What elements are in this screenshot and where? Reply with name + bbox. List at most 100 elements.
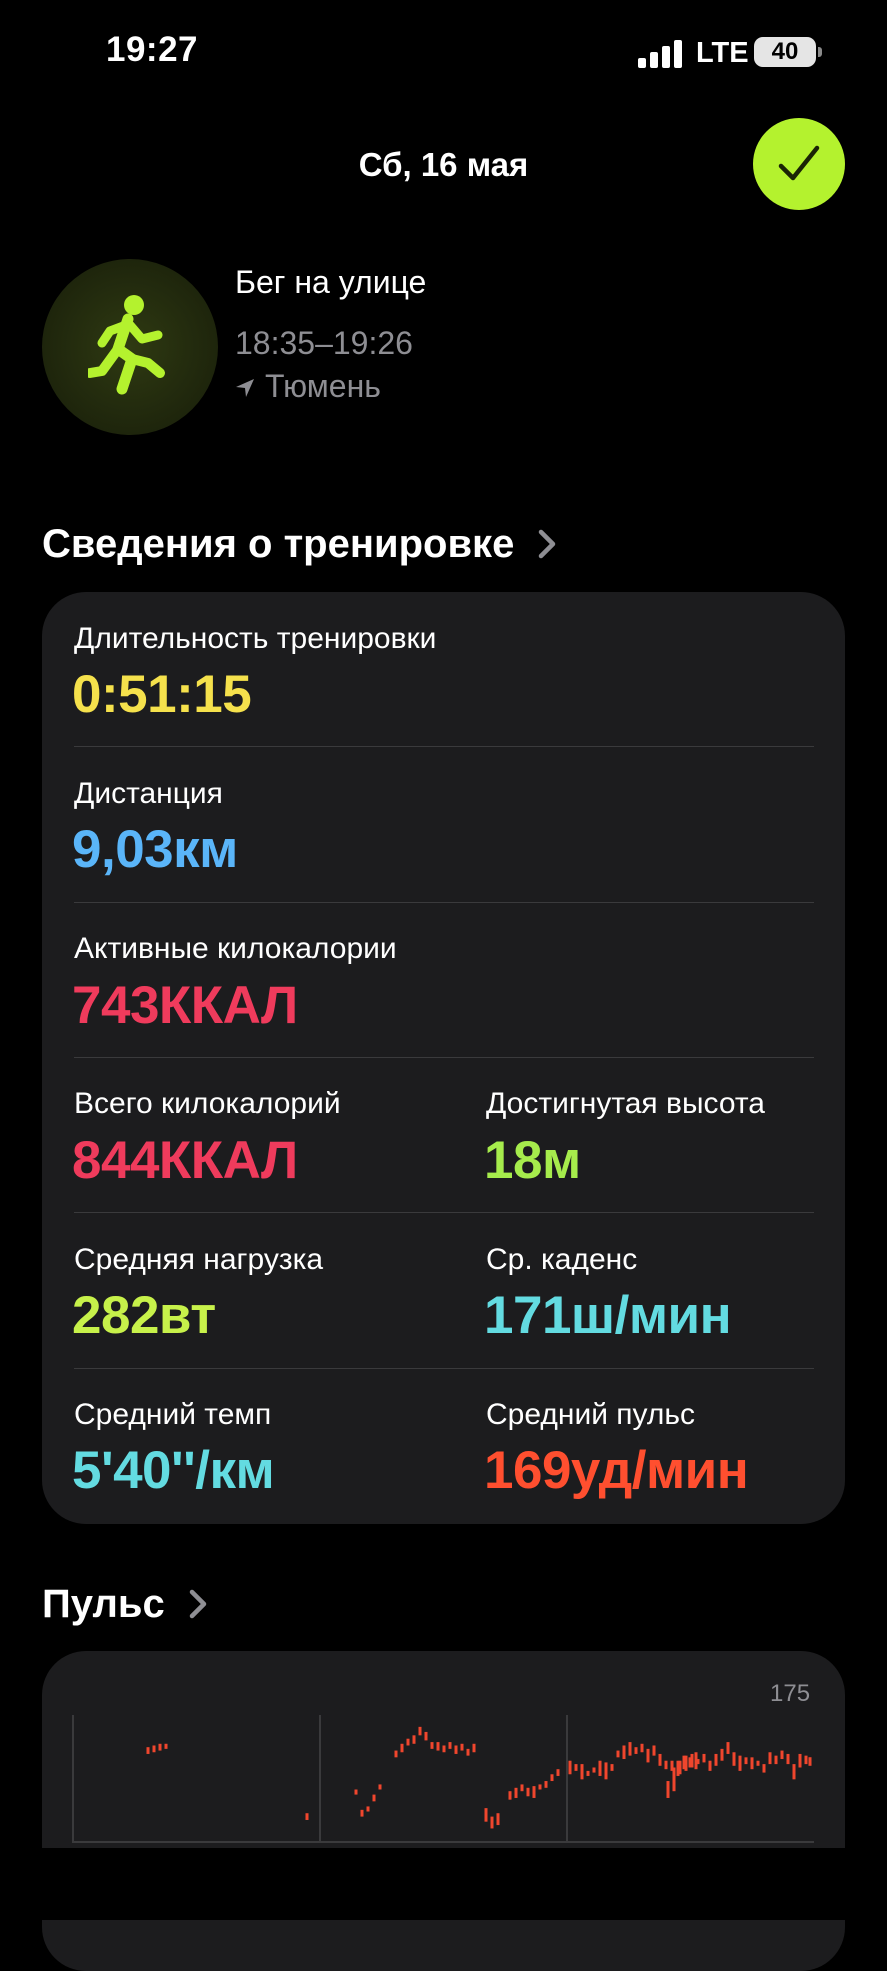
heart-rate-bar	[378, 1784, 382, 1790]
active-kcal-value: 743ККАЛ	[72, 976, 298, 1035]
battery-icon: 40	[754, 37, 816, 67]
heart-rate-bar	[714, 1753, 718, 1766]
heart-rate-bar	[628, 1742, 632, 1756]
heart-rate-bar	[360, 1809, 364, 1817]
done-button[interactable]	[753, 118, 845, 210]
heart-rate-bar	[786, 1753, 790, 1765]
avg-pace-label: Средний темп	[74, 1398, 272, 1431]
heart-rate-bar	[684, 1755, 688, 1771]
heart-rate-bar	[658, 1753, 662, 1766]
avg-heart-rate-label: Средний пульс	[486, 1398, 696, 1431]
heart-rate-bar	[574, 1764, 578, 1771]
heart-rate-bar	[520, 1784, 524, 1792]
heart-rate-chart	[72, 1715, 814, 1843]
signal-icon	[638, 40, 686, 68]
heart-rate-bar	[406, 1738, 410, 1746]
avg-cadence-label: Ср. каденс	[486, 1243, 638, 1276]
heart-rate-bar	[616, 1750, 620, 1758]
heart-rate-bar	[750, 1757, 754, 1770]
heart-rate-bar	[460, 1743, 464, 1751]
pulse-title: Пульс	[42, 1582, 165, 1626]
heart-rate-bar	[622, 1745, 626, 1760]
heart-rate-bar	[538, 1784, 542, 1790]
heart-rate-bar	[640, 1743, 644, 1753]
checkmark-icon	[778, 145, 820, 181]
heart-rate-bar	[508, 1791, 512, 1800]
heart-rate-bar	[586, 1770, 590, 1776]
battery-tip	[818, 47, 822, 57]
workout-details-card[interactable]	[42, 592, 845, 1524]
heart-rate-bar	[366, 1806, 370, 1812]
heart-rate-bar	[424, 1731, 428, 1741]
workout-details-heading[interactable]: Сведения о тренировке	[42, 522, 557, 567]
heart-rate-bar	[666, 1781, 670, 1798]
bottom-mask	[0, 1848, 887, 1920]
heart-rate-bar	[678, 1760, 682, 1775]
heart-rate-bar	[496, 1813, 500, 1826]
heart-rate-bar	[726, 1742, 730, 1754]
avg-power-value: 282вт	[72, 1286, 216, 1345]
heart-rate-bar	[708, 1760, 712, 1771]
heart-rate-bar	[448, 1742, 452, 1749]
heart-rate-bar	[598, 1760, 602, 1776]
location-arrow-icon	[236, 379, 254, 397]
elevation-value: 18м	[484, 1131, 581, 1190]
heart-rate-bar	[412, 1735, 416, 1744]
workout-name: Бег на улице	[235, 264, 427, 300]
duration-value: 0:51:15	[72, 665, 252, 724]
running-person-icon	[88, 295, 165, 395]
avg-power-label: Средняя нагрузка	[74, 1243, 324, 1276]
heart-rate-bar	[490, 1816, 494, 1829]
divider	[74, 902, 814, 903]
heart-rate-bar	[634, 1747, 638, 1754]
heart-rate-bar	[484, 1808, 488, 1822]
network-type: LTE	[696, 37, 749, 69]
heart-rate-bar	[305, 1813, 309, 1820]
running-icon-badge	[42, 259, 218, 435]
active-kcal-label: Активные килокалории	[74, 932, 397, 965]
chart-max-label: 175	[770, 1680, 811, 1707]
divider	[74, 1212, 814, 1213]
heart-rate-bar	[808, 1757, 812, 1761]
avg-pace-value: 5'40''/км	[72, 1441, 275, 1500]
chevron-right-icon	[189, 1589, 207, 1619]
heart-rate-bar	[774, 1755, 778, 1765]
heart-rate-bar	[664, 1760, 668, 1770]
heart-rate-bar	[568, 1760, 572, 1775]
heart-rate-bar	[652, 1745, 656, 1756]
chevron-right-icon	[539, 529, 556, 559]
workout-location: Тюмень	[265, 368, 381, 404]
heart-rate-bar	[556, 1769, 560, 1776]
elevation-label: Достигнутая высота	[486, 1087, 765, 1120]
distance-label: Дистанция	[74, 777, 223, 810]
distance-value: 9,03км	[72, 820, 238, 879]
heart-rate-bar	[146, 1747, 150, 1754]
heart-rate-bar	[526, 1787, 530, 1797]
heart-rate-bar	[394, 1750, 398, 1758]
heart-rate-bar	[418, 1726, 422, 1736]
heart-rate-bar	[646, 1748, 650, 1763]
heart-rate-bar	[798, 1753, 802, 1768]
divider	[74, 1057, 814, 1058]
workout-details-title: Сведения о тренировке	[42, 522, 515, 566]
heart-rate-bar	[400, 1743, 404, 1753]
heart-rate-bar	[442, 1745, 446, 1753]
heart-rate-bar	[702, 1753, 706, 1763]
total-kcal-label: Всего килокалорий	[74, 1087, 341, 1120]
heart-rate-bar	[610, 1764, 614, 1771]
heart-rate-bar	[430, 1742, 434, 1749]
heart-rate-bar	[372, 1794, 376, 1802]
workout-time-range: 18:35–19:26	[235, 325, 413, 361]
total-kcal-value: 844ККАЛ	[72, 1131, 298, 1190]
heart-rate-bar	[756, 1760, 760, 1766]
heart-rate-bar	[550, 1774, 554, 1782]
heart-rate-bar	[738, 1755, 742, 1771]
heart-rate-bar	[768, 1752, 772, 1765]
duration-label: Длительность тренировки	[74, 622, 437, 655]
heart-rate-bar	[690, 1753, 694, 1768]
divider	[74, 746, 814, 747]
heart-rate-bar	[696, 1759, 700, 1765]
heart-rate-bar	[592, 1767, 596, 1773]
pulse-heading[interactable]: Пульс	[42, 1582, 208, 1627]
status-time: 19:27	[106, 30, 199, 69]
